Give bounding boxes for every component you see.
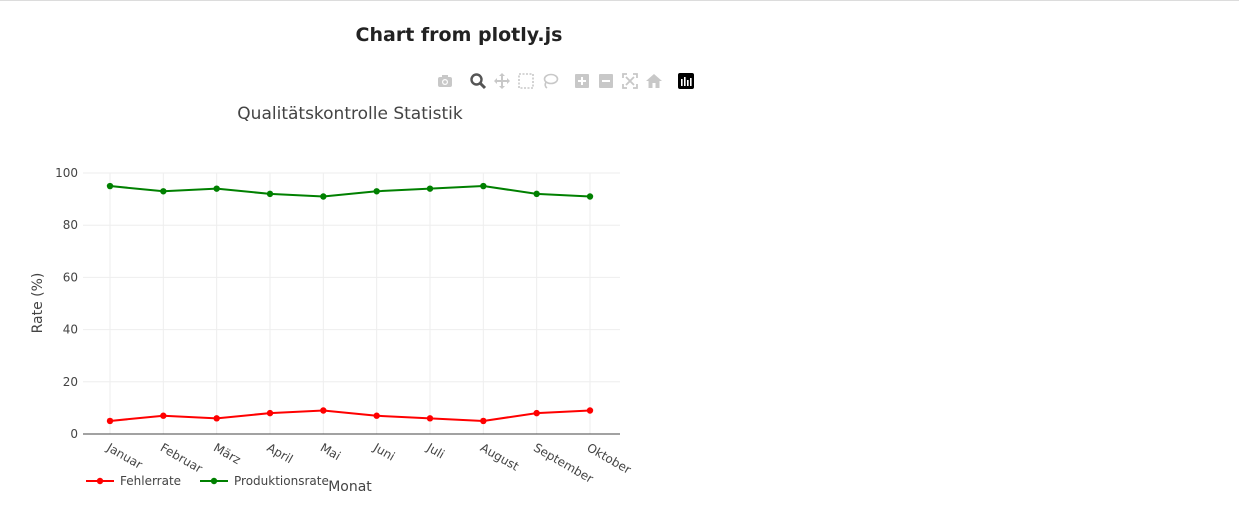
legend-label: Produktionsrate	[234, 474, 329, 488]
data-point[interactable]	[373, 188, 380, 195]
x-tick-label: Februar	[158, 440, 205, 475]
data-point[interactable]	[320, 193, 327, 200]
data-point[interactable]	[213, 415, 220, 422]
y-tick-label: 60	[63, 270, 78, 284]
x-tick-label: September	[531, 440, 595, 485]
data-point[interactable]	[480, 182, 487, 190]
series-line	[109, 185, 591, 198]
legend-swatch-marker	[96, 477, 104, 485]
x-tick-label: April	[265, 440, 296, 466]
x-axis-title: Monat	[328, 479, 372, 495]
data-point[interactable]	[586, 407, 594, 414]
data-point[interactable]	[213, 185, 220, 192]
data-point[interactable]	[266, 190, 274, 198]
data-point[interactable]	[533, 190, 540, 198]
chart-title: Qualitätskontrolle Statistik	[237, 104, 463, 124]
data-point[interactable]	[160, 412, 167, 419]
data-point[interactable]	[533, 409, 540, 417]
y-tick-label: 0	[70, 427, 78, 441]
data-point[interactable]	[320, 407, 327, 414]
chart-svg: Januar Februar März April Mai Juni Juli August S…	[30, 104, 633, 495]
x-tick-label: Juli	[424, 440, 447, 462]
x-tick-label: März	[211, 440, 243, 467]
data-point[interactable]	[106, 417, 114, 425]
series-line	[109, 409, 591, 422]
x-tick-label: Januar	[104, 440, 145, 472]
x-tick-label: Juni	[370, 440, 397, 464]
x-tick-label: Mai	[318, 440, 343, 463]
legend-label: Fehlerrate	[120, 474, 181, 488]
y-axis-title: Rate (%)	[30, 273, 46, 334]
y-tick-label: 20	[63, 375, 78, 389]
x-tick-label: August	[478, 440, 522, 473]
data-point[interactable]	[160, 188, 167, 195]
data-point[interactable]	[106, 182, 114, 190]
legend-swatch-marker	[210, 477, 218, 485]
data-point[interactable]	[266, 409, 274, 417]
data-point[interactable]	[426, 185, 434, 192]
y-tick-label: 40	[63, 323, 78, 337]
data-point[interactable]	[586, 193, 594, 200]
legend-item[interactable]: Produktionsrate	[200, 474, 329, 488]
data-point[interactable]	[480, 417, 487, 425]
legend-item[interactable]: Fehlerrate	[86, 474, 181, 488]
y-tick-label: 100	[55, 166, 78, 180]
data-point[interactable]	[373, 412, 380, 419]
data-point[interactable]	[426, 415, 434, 422]
y-tick-label: 80	[63, 218, 78, 232]
legend: Fehlerrate Produktionsrate	[86, 474, 329, 488]
